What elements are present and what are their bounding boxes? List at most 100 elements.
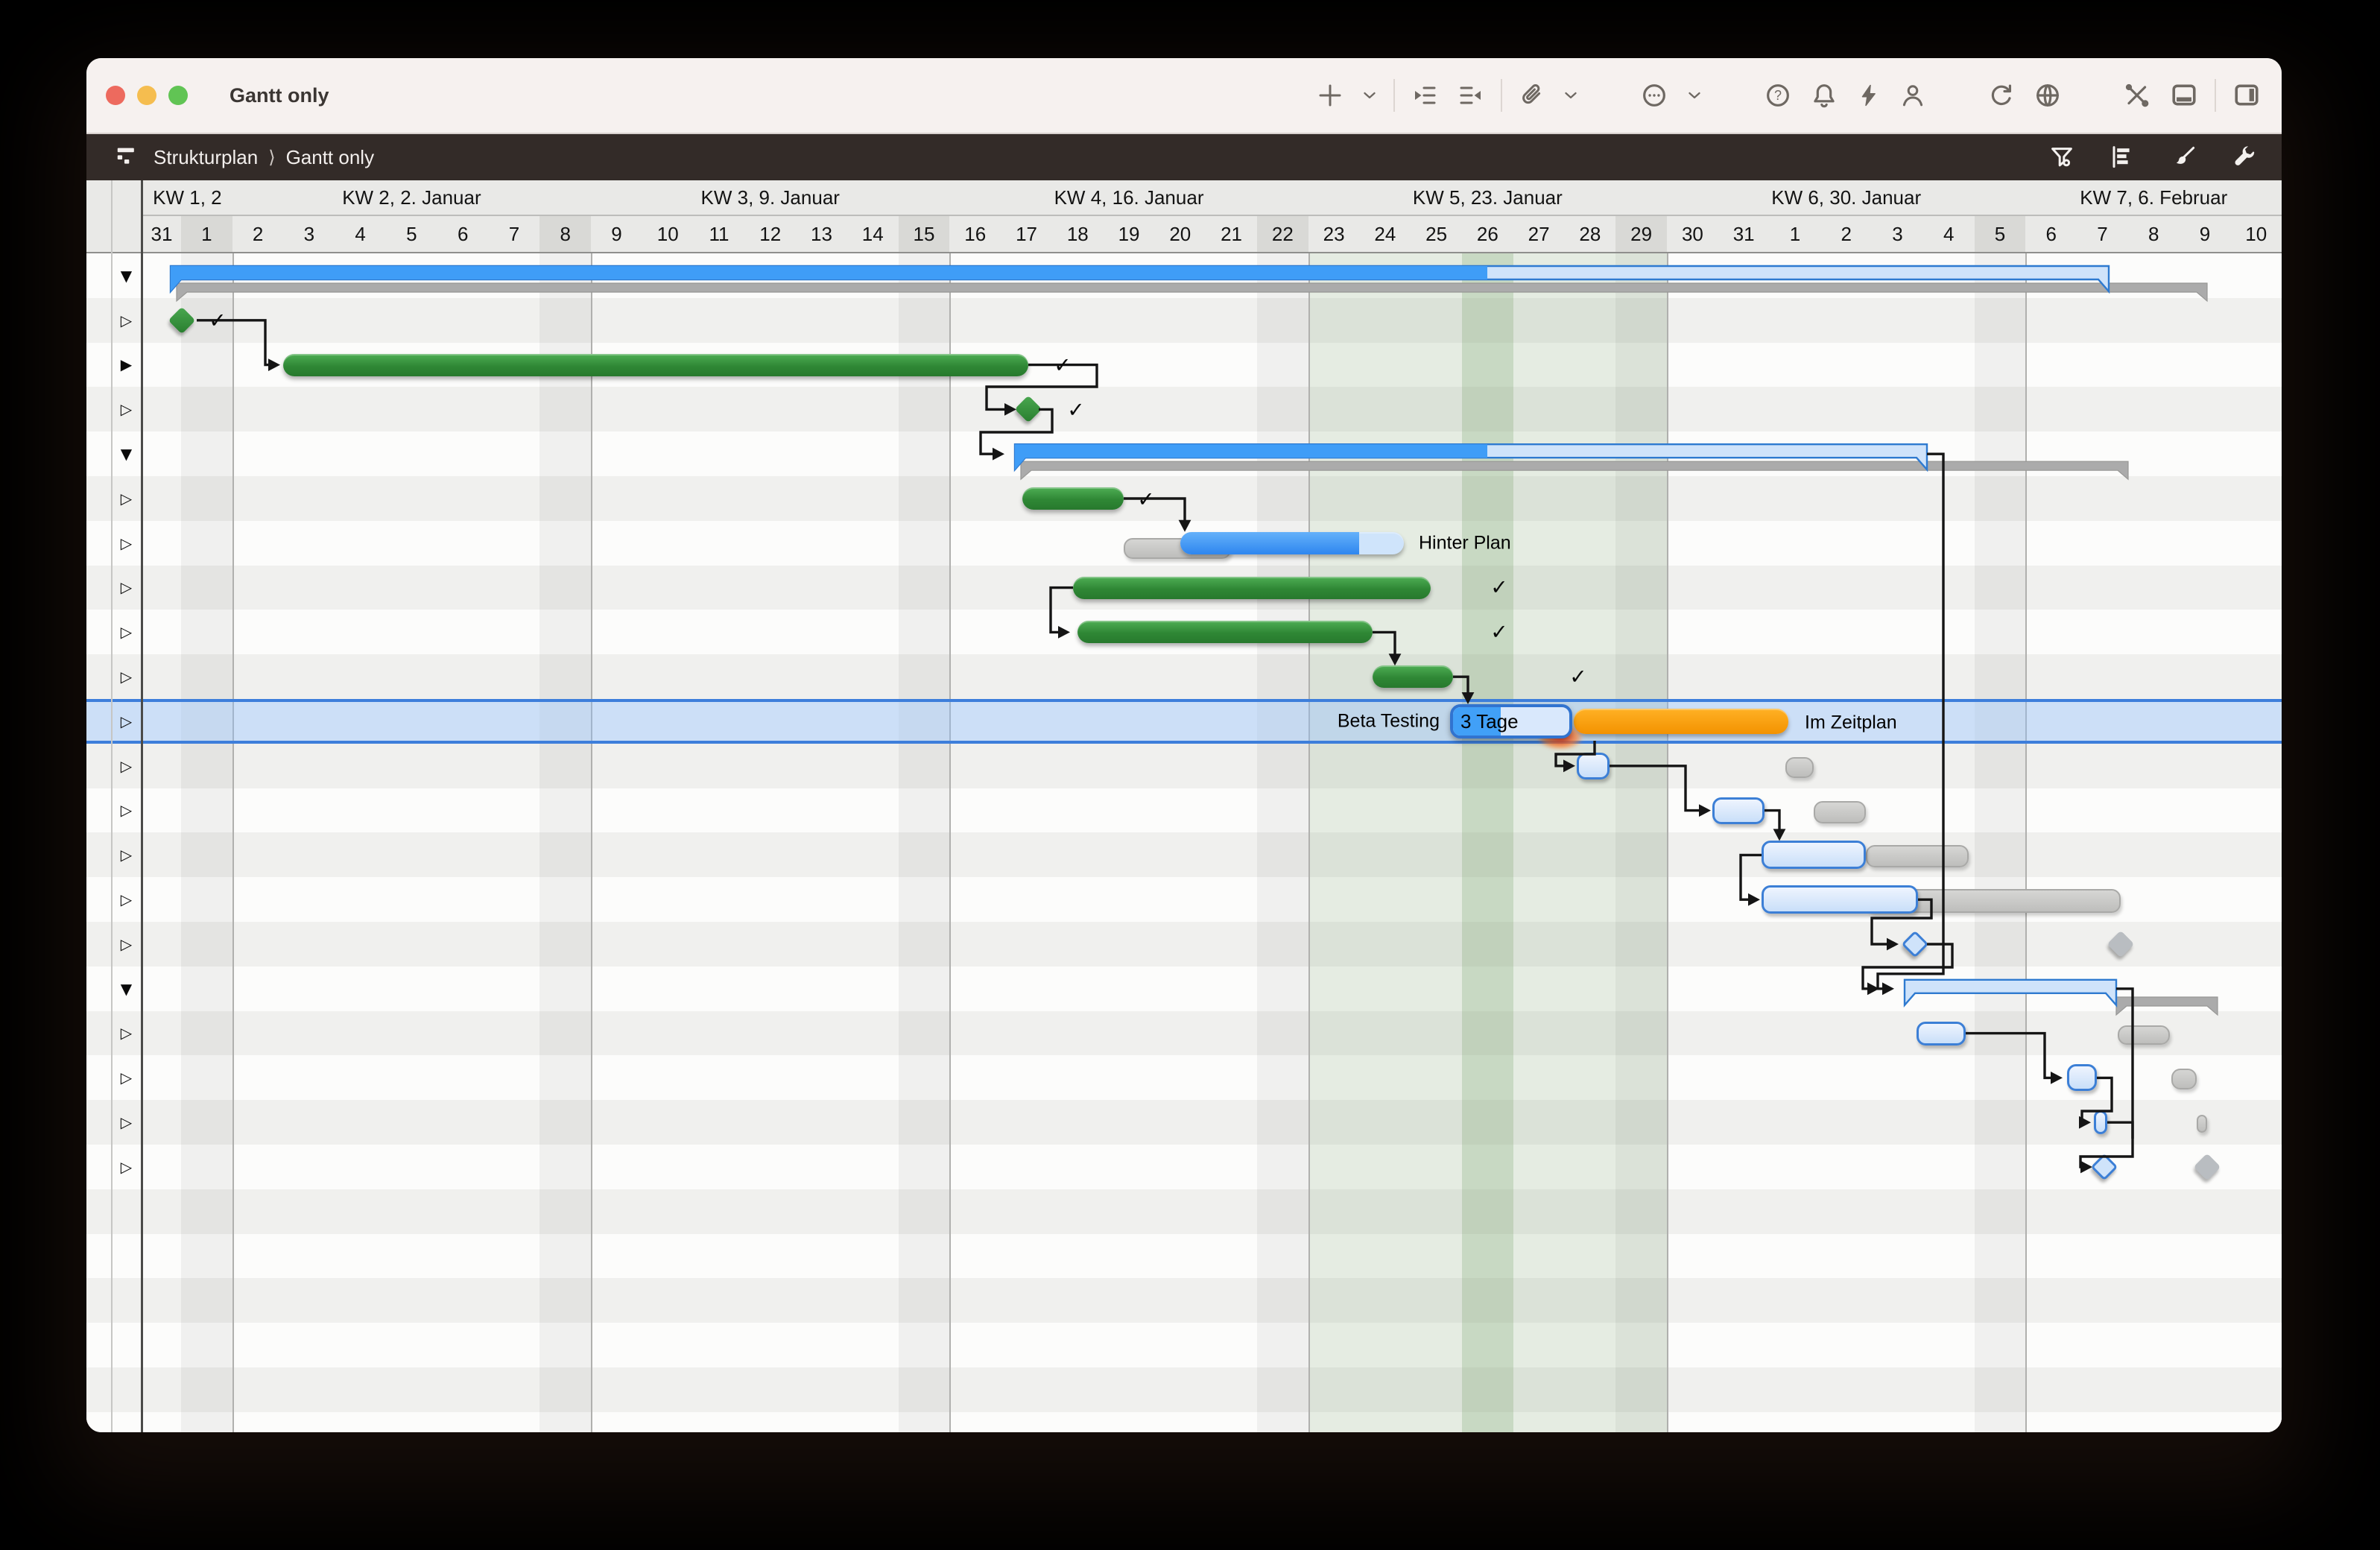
outline-toggle-collapsed[interactable]: ▷ — [112, 610, 141, 654]
row-stripe — [86, 654, 2282, 699]
task-bar[interactable] — [1712, 797, 1765, 824]
outline-toggle-collapsed[interactable]: ▷ — [112, 387, 141, 431]
chevron-down-icon[interactable] — [1687, 88, 1702, 103]
task-bar[interactable] — [2094, 1110, 2107, 1134]
day-header: 11 — [694, 216, 747, 253]
outdent-icon[interactable] — [1458, 83, 1484, 108]
day-header: 15 — [899, 216, 952, 253]
titlebar: Gantt only ? — [86, 58, 2282, 134]
outline-toggle-collapsed[interactable]: ▷ — [112, 877, 141, 922]
breadcrumb-bar: Strukturplan ⟩ Gantt only — [86, 134, 2282, 180]
outline-toggle-collapsed[interactable]: ▷ — [112, 832, 141, 877]
day-header: 17 — [1001, 216, 1054, 253]
panel-bottom-icon[interactable] — [2170, 82, 2198, 109]
brush-icon[interactable] — [2171, 145, 2197, 170]
help-icon[interactable]: ? — [1765, 82, 1791, 109]
bar-label: Hinter Plan — [1419, 532, 1511, 554]
day-header: 10 — [2230, 216, 2282, 253]
panel-right-icon[interactable] — [2232, 82, 2261, 109]
outline-toggle-collapsed-filled[interactable]: ▶ — [112, 343, 141, 388]
task-bar[interactable] — [1762, 841, 1866, 869]
wbs-icon — [116, 146, 139, 168]
task-bar[interactable] — [1762, 885, 1918, 914]
lightning-icon[interactable] — [1857, 83, 1881, 108]
outline-toggle-collapsed[interactable]: ▷ — [112, 566, 141, 610]
outline-toggle-expanded[interactable]: ▼ — [112, 967, 141, 1011]
completed-checkmark: ✓ — [1569, 665, 1586, 689]
outline-toggle-collapsed[interactable]: ▷ — [112, 1055, 141, 1100]
day-header: 3 — [1872, 216, 1925, 253]
day-header: 1 — [181, 216, 234, 253]
task-bar[interactable] — [1574, 709, 1788, 734]
add-icon[interactable] — [1317, 83, 1343, 108]
row-stripe — [86, 387, 2282, 431]
duration-tooltip[interactable]: 3 Tage — [1450, 704, 1572, 738]
outline-toggle-collapsed[interactable]: ▷ — [112, 521, 141, 566]
day-header: 31 — [142, 216, 183, 253]
sync-icon[interactable] — [1988, 82, 2015, 109]
breadcrumb-item-gantt-only[interactable]: Gantt only — [286, 146, 375, 169]
task-bar[interactable] — [1077, 621, 1373, 643]
outline-toggle-collapsed[interactable]: ▷ — [112, 1145, 141, 1189]
outline-toggle-expanded[interactable]: ▼ — [112, 253, 141, 298]
outline-toggle-collapsed[interactable]: ▷ — [112, 699, 141, 744]
week-header: KW 5, 23. Januar — [1308, 180, 1668, 216]
toolbar: ? — [1317, 58, 2261, 133]
toolbar-separator — [1501, 79, 1502, 112]
day-header: 26 — [1462, 216, 1515, 253]
task-bar[interactable] — [1577, 753, 1610, 779]
baseline-bar[interactable] — [1866, 845, 1969, 867]
baseline-bar[interactable] — [1814, 801, 1866, 823]
chevron-down-icon[interactable] — [1362, 88, 1377, 103]
task-bar[interactable] — [1373, 665, 1453, 688]
breadcrumb-separator: ⟩ — [268, 147, 275, 168]
bell-icon[interactable] — [1811, 82, 1838, 109]
outline-icon[interactable] — [2110, 145, 2136, 170]
day-header: 7 — [489, 216, 542, 253]
task-bar[interactable] — [2067, 1064, 2097, 1091]
outline-toggle-collapsed[interactable]: ▷ — [112, 744, 141, 788]
outline-toggle-collapsed[interactable]: ▷ — [112, 298, 141, 343]
task-bar[interactable] — [1180, 532, 1404, 554]
zoom-button[interactable] — [168, 86, 188, 105]
row-stripe — [86, 1145, 2282, 1189]
user-icon[interactable] — [1900, 83, 1925, 108]
outline-toggle-collapsed[interactable]: ▷ — [112, 654, 141, 699]
indent-icon[interactable] — [1411, 83, 1438, 108]
task-bar[interactable] — [283, 354, 1028, 376]
baseline-bar[interactable] — [2118, 1025, 2170, 1045]
attach-icon[interactable] — [1519, 83, 1544, 108]
row-stripe — [86, 1278, 2282, 1323]
completed-checkmark: ✓ — [209, 309, 226, 333]
outline-toggle-collapsed[interactable]: ▷ — [112, 922, 141, 967]
close-button[interactable] — [106, 86, 125, 105]
outline-toggle-collapsed[interactable]: ▷ — [112, 476, 141, 521]
task-bar[interactable] — [1073, 577, 1431, 599]
wrench-icon[interactable] — [2232, 145, 2258, 170]
day-header: 9 — [591, 216, 644, 253]
minimize-button[interactable] — [137, 86, 156, 105]
task-bar[interactable] — [1022, 487, 1124, 510]
row-stripe — [86, 1189, 2282, 1234]
chevron-down-icon[interactable] — [1563, 88, 1578, 103]
row-stripe — [86, 967, 2282, 1011]
outline-toggle-collapsed[interactable]: ▷ — [112, 1011, 141, 1056]
baseline-bar[interactable] — [1785, 757, 1814, 778]
baseline-bar[interactable] — [2171, 1069, 2197, 1089]
filter-icon[interactable] — [2049, 145, 2074, 170]
day-header: 8 — [2128, 216, 2181, 253]
more-icon[interactable] — [1641, 82, 1668, 109]
tools-icon[interactable] — [2124, 82, 2150, 109]
outline-toggle-expanded[interactable]: ▼ — [112, 431, 141, 476]
sunday-column — [1975, 253, 2026, 1432]
outline-toggle-collapsed[interactable]: ▷ — [112, 1100, 141, 1145]
task-bar[interactable] — [1917, 1022, 1966, 1046]
globe-icon[interactable] — [2034, 82, 2061, 109]
row-stripe — [86, 1234, 2282, 1279]
baseline-bar[interactable] — [2197, 1115, 2207, 1133]
outline-toggle-collapsed[interactable]: ▷ — [112, 788, 141, 833]
breadcrumb-item-strukturplan[interactable]: Strukturplan — [154, 146, 258, 169]
week-gridline — [2025, 253, 2027, 1432]
gantt-chart: KW 1, 2KW 2, 2. JanuarKW 3, 9. JanuarKW … — [86, 180, 2282, 1432]
header-corner — [86, 180, 142, 253]
